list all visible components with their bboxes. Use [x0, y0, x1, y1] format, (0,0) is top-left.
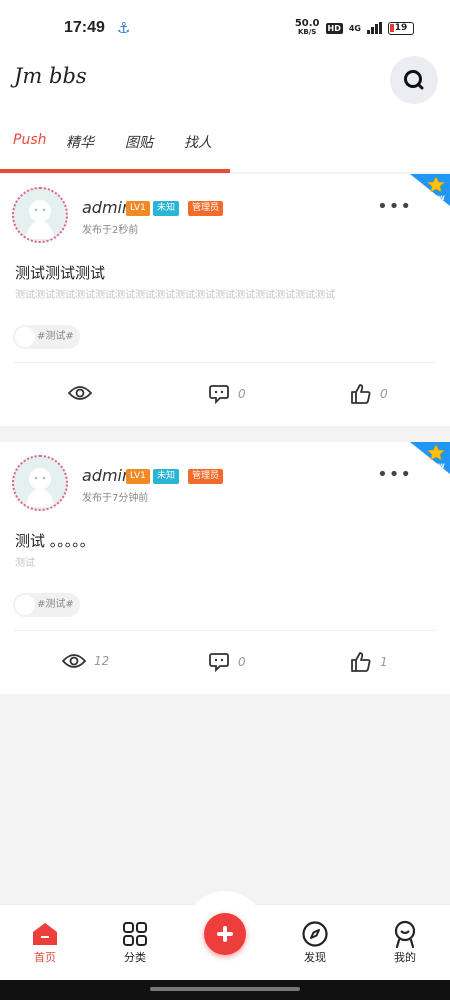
comment-icon: [209, 653, 229, 672]
likes-stat[interactable]: 0: [350, 384, 388, 404]
comment-icon: [209, 385, 229, 404]
search-button[interactable]: [390, 56, 438, 104]
role-badge: 管理员: [188, 201, 224, 216]
battery-icon: 19: [388, 21, 414, 35]
post-excerpt: 测试: [15, 558, 35, 569]
nav-home[interactable]: 首页: [15, 919, 75, 965]
avatar[interactable]: [12, 187, 68, 243]
search-icon: [404, 70, 424, 90]
post-time: 发布于7分钟前: [82, 493, 149, 504]
grid-icon: [123, 922, 147, 946]
card-divider: [14, 362, 436, 363]
post-author[interactable]: admin: [82, 198, 132, 217]
eye-icon: [62, 654, 86, 668]
network-speed: 50.0 KB/S: [294, 18, 320, 37]
views-stat[interactable]: [68, 384, 100, 402]
level-badge: LV1: [126, 201, 150, 216]
svg-text:NEW: NEW: [429, 463, 445, 470]
nav-home-label: 首页: [34, 951, 56, 964]
likes-stat[interactable]: 1: [350, 652, 388, 672]
thumbs-up-icon: [351, 652, 371, 672]
network-type: 4G: [348, 23, 361, 33]
avatar[interactable]: [12, 455, 68, 511]
new-badge-icon: NEW: [410, 442, 450, 474]
post-card[interactable]: NEW admin LV1 未知 管理员 发布于2秒前 ••• 测试测试测试 测…: [0, 174, 450, 426]
app-title: Jm bbs: [14, 64, 87, 88]
card-divider: [14, 630, 436, 631]
title-badge: 未知: [153, 469, 180, 484]
svg-text:NEW: NEW: [429, 195, 445, 202]
tab-push[interactable]: Push: [13, 132, 46, 148]
nav-mine[interactable]: 我的: [375, 919, 435, 965]
post-title[interactable]: 测试 。。。。。: [15, 530, 95, 551]
active-tab-indicator: [0, 169, 230, 173]
nav-category-label: 分类: [124, 951, 146, 964]
signal-icon: [367, 22, 382, 34]
views-count: 12: [94, 654, 110, 668]
status-time: 17:49: [64, 19, 105, 36]
views-stat[interactable]: 12: [62, 652, 109, 670]
tab-find-people[interactable]: 找人: [184, 132, 212, 152]
title-badge: 未知: [153, 201, 180, 216]
compass-icon: [302, 921, 328, 947]
comments-stat[interactable]: 0: [208, 384, 246, 404]
profile-icon: [394, 920, 416, 948]
tab-image-posts[interactable]: 图贴: [125, 132, 153, 152]
more-options-icon[interactable]: •••: [377, 196, 412, 217]
tab-featured[interactable]: 精华: [66, 132, 94, 152]
nav-discover[interactable]: 发现: [285, 919, 345, 965]
comments-stat[interactable]: 0: [208, 652, 246, 672]
more-options-icon[interactable]: •••: [377, 464, 412, 485]
post-title[interactable]: 测试测试测试: [15, 262, 105, 283]
tab-bar: Push 精华 图贴 找人: [0, 126, 450, 156]
create-post-button[interactable]: [204, 913, 246, 955]
notification-app-icon: ⚓: [116, 19, 131, 37]
thumbs-up-icon: [351, 384, 371, 404]
topic-tag[interactable]: #测试#: [13, 593, 80, 617]
nav-category[interactable]: 分类: [105, 919, 165, 965]
comments-count: 0: [238, 655, 246, 669]
post-excerpt: 测试测试测试测试测试测试测试测试测试测试测试测试测试测试测试测试: [15, 290, 335, 301]
app-header: Jm bbs Push 精华 图贴 找人: [0, 56, 450, 173]
new-badge-icon: NEW: [410, 174, 450, 206]
level-badge: LV1: [126, 469, 150, 484]
avatar-image: [26, 468, 54, 507]
home-icon: [33, 923, 57, 945]
eye-icon: [68, 386, 92, 400]
post-time: 发布于2秒前: [82, 225, 139, 236]
likes-count: 1: [380, 655, 388, 669]
nav-mine-label: 我的: [394, 951, 416, 964]
role-badge: 管理员: [188, 469, 224, 484]
post-author[interactable]: admin: [82, 466, 132, 485]
likes-count: 0: [380, 387, 388, 401]
topic-tag[interactable]: #测试#: [13, 325, 80, 349]
comments-count: 0: [238, 387, 246, 401]
status-bar: 17:49 ⚓ 50.0 KB/S HD 4G 19: [0, 0, 450, 56]
post-card[interactable]: NEW admin LV1 未知 管理员 发布于7分钟前 ••• 测试 。。。。…: [0, 442, 450, 694]
plus-icon: [217, 926, 233, 942]
avatar-image: [26, 200, 54, 239]
hd-badge: HD: [325, 22, 343, 34]
gesture-bar: [0, 980, 450, 1000]
home-indicator[interactable]: [150, 987, 300, 991]
nav-discover-label: 发现: [304, 951, 326, 964]
